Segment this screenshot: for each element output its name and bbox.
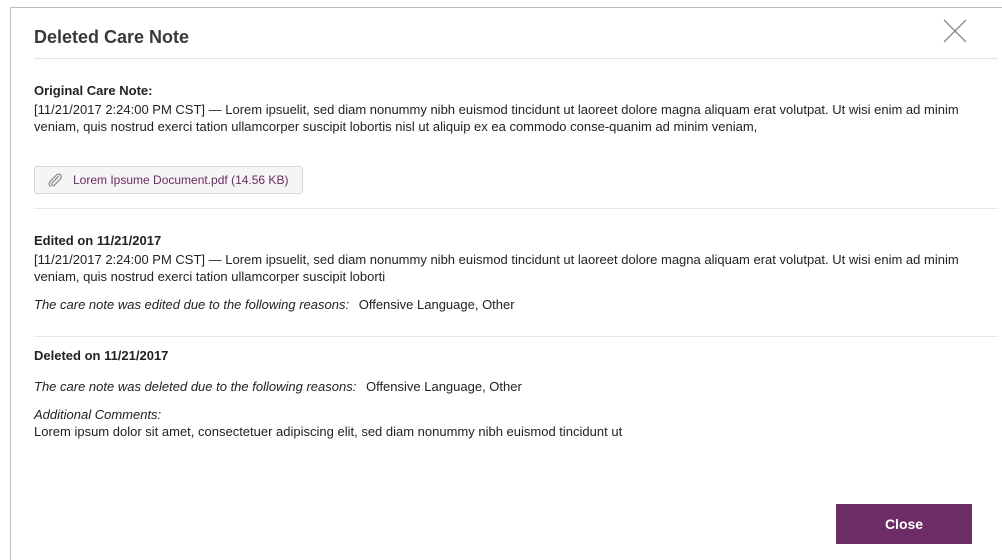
- deleted-reasons-label: The care note was deleted due to the fol…: [34, 379, 357, 394]
- deleted-reasons-value: Offensive Language, Other: [365, 379, 522, 394]
- deleted-heading: Deleted on 11/21/2017: [34, 348, 169, 363]
- deleted-reasons: The care note was deleted due to the fol…: [34, 378, 974, 395]
- edited-reasons: The care note was edited due to the foll…: [34, 296, 974, 313]
- deleted-section: Deleted on 11/21/2017 The care note was …: [34, 347, 974, 440]
- additional-comments-label: Additional Comments:: [34, 407, 162, 422]
- edited-heading: Edited on 11/21/2017: [34, 233, 162, 248]
- close-icon[interactable]: [942, 18, 968, 44]
- original-care-note-section: Original Care Note: [11/21/2017 2:24:00 …: [34, 82, 974, 135]
- section-divider: [34, 208, 998, 209]
- header-divider: [34, 58, 998, 59]
- section-divider: [34, 336, 998, 337]
- edited-reasons-label: The care note was edited due to the foll…: [34, 297, 350, 312]
- original-care-note-text: [11/21/2017 2:24:00 PM CST] — Lorem ipsu…: [34, 102, 959, 134]
- additional-comments-text: Lorem ipsum dolor sit amet, consectetuer…: [34, 424, 623, 439]
- deleted-care-note-dialog: Deleted Care Note Original Care Note: [1…: [10, 7, 1002, 560]
- original-care-note-heading: Original Care Note:: [34, 83, 153, 98]
- paperclip-icon: [48, 173, 62, 187]
- edited-text: [11/21/2017 2:24:00 PM CST] — Lorem ipsu…: [34, 252, 959, 284]
- dialog-title: Deleted Care Note: [34, 27, 190, 47]
- attachment-label: Lorem Ipsume Document.pdf (14.56 KB): [73, 173, 289, 187]
- edited-reasons-value: Offensive Language, Other: [358, 297, 515, 312]
- edited-section: Edited on 11/21/2017 [11/21/2017 2:24:00…: [34, 232, 974, 313]
- close-button[interactable]: Close: [836, 504, 972, 544]
- attachment-link[interactable]: Lorem Ipsume Document.pdf (14.56 KB): [34, 166, 304, 194]
